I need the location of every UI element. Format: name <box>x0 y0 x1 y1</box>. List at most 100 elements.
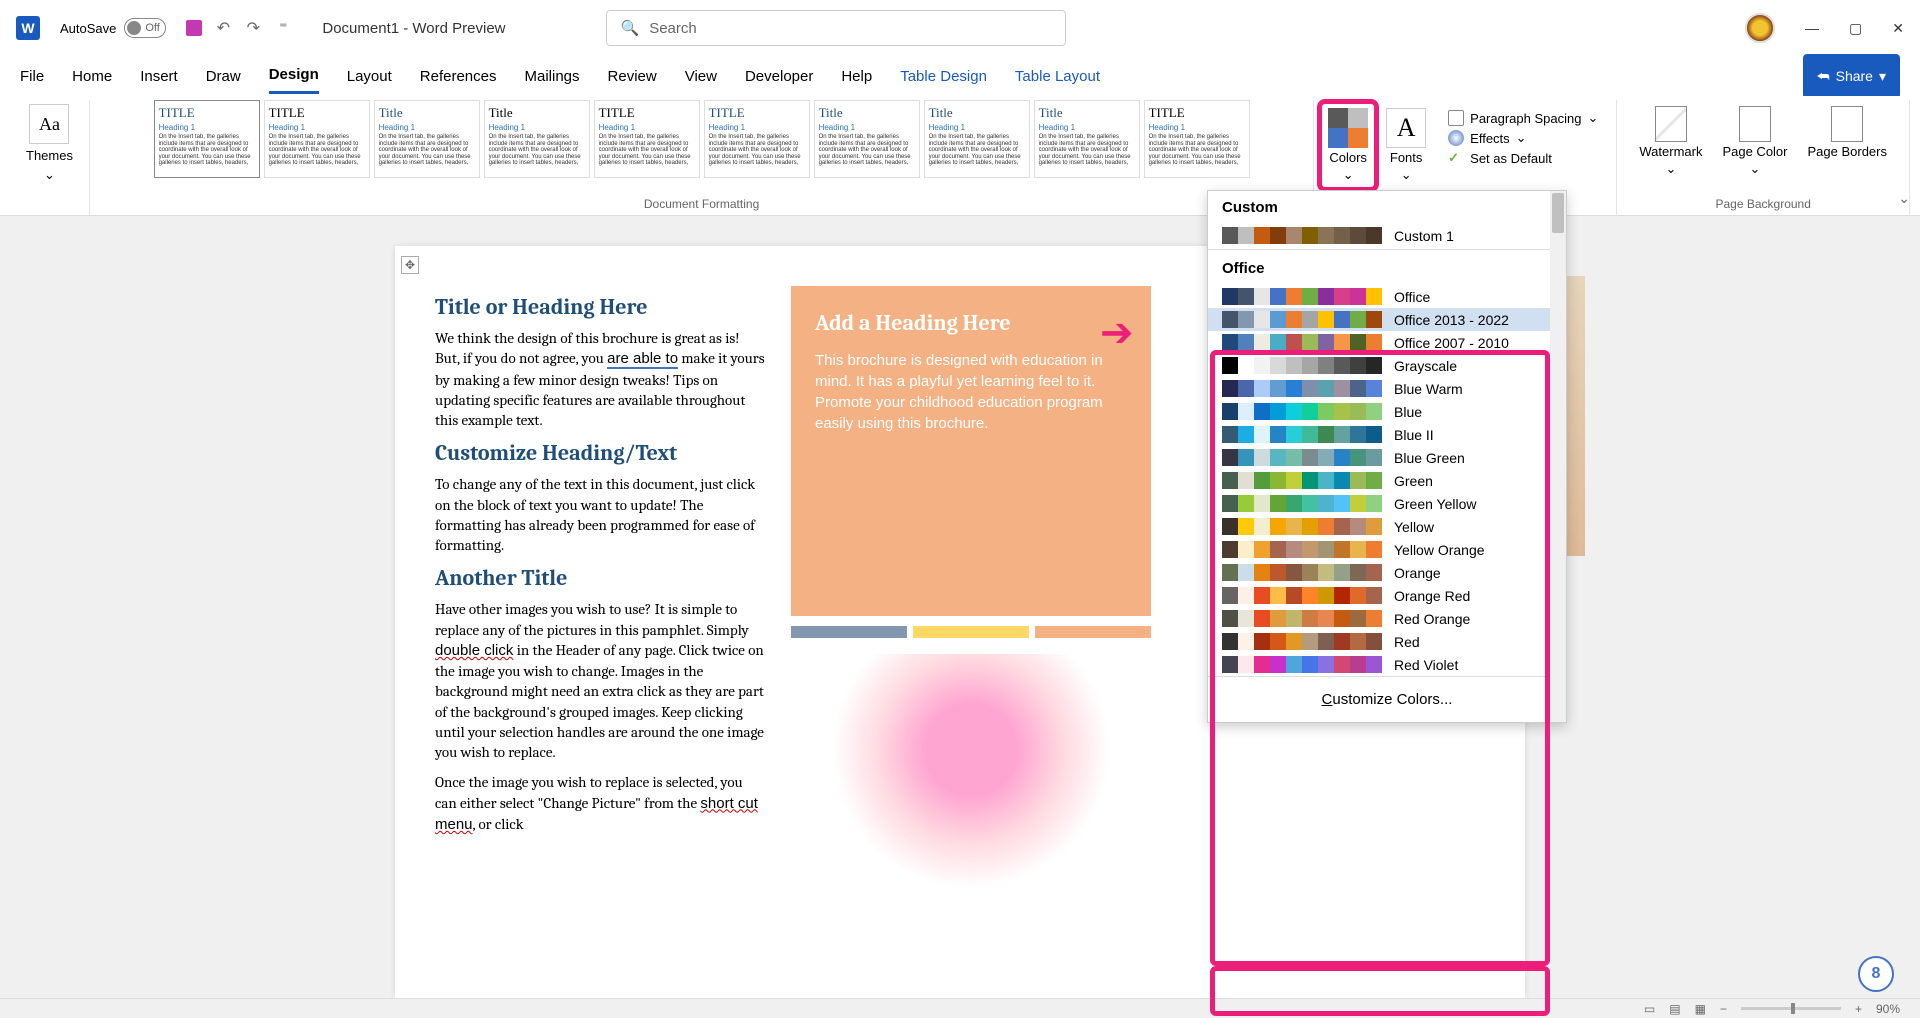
tab-home[interactable]: Home <box>72 60 112 93</box>
color-theme-green-yellow[interactable]: Green Yellow <box>1208 492 1566 515</box>
color-theme-blue-green[interactable]: Blue Green <box>1208 446 1566 469</box>
style-gallery-item[interactable]: TitleHeading 1On the Insert tab, the gal… <box>484 100 590 178</box>
color-theme-yellow[interactable]: Yellow <box>1208 515 1566 538</box>
set-default-button[interactable]: ✓Set as Default <box>1448 150 1598 166</box>
zoom-out-icon[interactable]: − <box>1720 1002 1727 1016</box>
tab-view[interactable]: View <box>685 60 717 93</box>
themes-button[interactable]: Aa Themes ⌄ <box>18 100 81 187</box>
doc-paragraph[interactable]: We think the design of this brochure is … <box>435 328 765 430</box>
colors-button[interactable]: Colors ⌄ <box>1322 104 1374 187</box>
zoom-level[interactable]: 90% <box>1876 1002 1900 1016</box>
tab-mailings[interactable]: Mailings <box>525 60 580 93</box>
table-move-handle[interactable]: ✥ <box>401 256 419 274</box>
style-gallery-item[interactable]: TITLEHeading 1On the Insert tab, the gal… <box>1144 100 1250 178</box>
doc-paragraph[interactable]: Have other images you wish to use? It is… <box>435 599 765 762</box>
dropdown-scrollbar[interactable] <box>1550 191 1566 722</box>
style-gallery-item[interactable]: TitleHeading 1On the Insert tab, the gal… <box>1034 100 1140 178</box>
tab-layout[interactable]: Layout <box>347 60 392 93</box>
document-area: ✥ Title or Heading Here We think the des… <box>0 216 1920 998</box>
colors-icon <box>1328 108 1368 148</box>
doc-heading-3[interactable]: Another Title <box>435 565 765 591</box>
tab-design[interactable]: Design <box>269 58 319 94</box>
view-print-icon[interactable]: ▤ <box>1669 1002 1680 1016</box>
ribbon-design: Aa Themes ⌄ TITLEHeading 1On the Insert … <box>0 96 1920 216</box>
notification-badge[interactable]: 8 <box>1858 956 1894 992</box>
user-avatar[interactable] <box>1745 13 1775 43</box>
tab-references[interactable]: References <box>420 60 497 93</box>
color-theme-custom1[interactable]: Custom 1 <box>1208 224 1566 247</box>
search-placeholder: Search <box>649 20 697 37</box>
undo-icon[interactable]: ↶ <box>214 19 232 37</box>
zoom-in-icon[interactable]: + <box>1855 1002 1862 1016</box>
doc-heading-1[interactable]: Title or Heading Here <box>435 294 765 320</box>
view-focus-icon[interactable]: ▭ <box>1644 1002 1655 1016</box>
autosave-toggle[interactable]: AutoSave Off <box>60 18 166 38</box>
tab-table-design[interactable]: Table Design <box>900 60 987 93</box>
fonts-icon: A <box>1386 108 1426 148</box>
style-gallery-item[interactable]: TitleHeading 1On the Insert tab, the gal… <box>924 100 1030 178</box>
share-button[interactable]: ⮪ Share ▾ <box>1803 54 1900 99</box>
style-gallery-item[interactable]: TitleHeading 1On the Insert tab, the gal… <box>374 100 480 178</box>
qat-dropdown-icon[interactable]: ⁼ <box>274 19 292 37</box>
page-borders-button[interactable]: Page Borders <box>1808 106 1888 177</box>
style-gallery-item[interactable]: TITLEHeading 1On the Insert tab, the gal… <box>264 100 370 178</box>
color-theme-yellow-orange[interactable]: Yellow Orange <box>1208 538 1566 561</box>
watermark-button[interactable]: Watermark⌄ <box>1639 106 1702 177</box>
group-label-pagebg: Page Background <box>1715 197 1810 215</box>
callout-heading[interactable]: Add a Heading Here <box>815 310 1127 336</box>
callout-box[interactable]: Add a Heading Here This brochure is desi… <box>791 286 1151 616</box>
style-gallery-item[interactable]: TITLEHeading 1On the Insert tab, the gal… <box>704 100 810 178</box>
title-bar: W AutoSave Off ↶ ↷ ⁼ Document1 - Word Pr… <box>0 0 1920 56</box>
doc-paragraph[interactable]: To change any of the text in this docume… <box>435 474 765 555</box>
tab-draw[interactable]: Draw <box>206 60 241 93</box>
color-theme-red-violet[interactable]: Red Violet <box>1208 653 1566 676</box>
tab-review[interactable]: Review <box>608 60 657 93</box>
tab-table-layout[interactable]: Table Layout <box>1015 60 1100 93</box>
doc-paragraph[interactable]: Once the image you wish to replace is se… <box>435 772 765 835</box>
word-app-icon: W <box>16 16 40 40</box>
color-theme-blue[interactable]: Blue <box>1208 400 1566 423</box>
color-theme-orange[interactable]: Orange <box>1208 561 1566 584</box>
color-theme-blue-ii[interactable]: Blue II <box>1208 423 1566 446</box>
search-box[interactable]: 🔍 Search <box>606 10 1066 46</box>
style-gallery-item[interactable]: TitleHeading 1On the Insert tab, the gal… <box>814 100 920 178</box>
color-theme-orange-red[interactable]: Orange Red <box>1208 584 1566 607</box>
color-theme-office[interactable]: Office <box>1208 285 1566 308</box>
style-gallery-item[interactable]: TITLEHeading 1On the Insert tab, the gal… <box>154 100 260 178</box>
chevron-down-icon: ⌄ <box>44 167 55 183</box>
tab-developer[interactable]: Developer <box>745 60 813 93</box>
customize-colors-button[interactable]: Customize Colors... <box>1208 676 1566 722</box>
tab-file[interactable]: File <box>20 60 44 93</box>
tab-insert[interactable]: Insert <box>140 60 178 93</box>
status-bar: ▭ ▤ ▦ − + 90% <box>0 998 1920 1018</box>
toggle-switch[interactable]: Off <box>124 18 166 38</box>
fonts-button[interactable]: A Fonts ⌄ <box>1380 104 1432 187</box>
color-theme-office-2007---2010[interactable]: Office 2007 - 2010 <box>1208 331 1566 354</box>
page-color-button[interactable]: Page Color⌄ <box>1722 106 1787 177</box>
color-theme-office-2013---2022[interactable]: Office 2013 - 2022 <box>1208 308 1566 331</box>
color-theme-green[interactable]: Green <box>1208 469 1566 492</box>
zoom-slider[interactable] <box>1741 1007 1841 1010</box>
style-gallery-item[interactable]: TITLEHeading 1On the Insert tab, the gal… <box>594 100 700 178</box>
doc-heading-2[interactable]: Customize Heading/Text <box>435 440 765 466</box>
callout-text[interactable]: This brochure is designed with education… <box>815 350 1127 434</box>
color-theme-blue-warm[interactable]: Blue Warm <box>1208 377 1566 400</box>
effects-button[interactable]: Effects ⌄ <box>1448 130 1598 146</box>
redo-icon[interactable]: ↷ <box>244 19 262 37</box>
color-theme-red[interactable]: Red <box>1208 630 1566 653</box>
save-icon[interactable] <box>186 20 202 36</box>
chevron-down-icon: ⌄ <box>1343 167 1354 183</box>
close-icon[interactable]: ✕ <box>1892 20 1904 37</box>
color-theme-grayscale[interactable]: Grayscale <box>1208 354 1566 377</box>
view-web-icon[interactable]: ▦ <box>1695 1002 1706 1016</box>
maximize-icon[interactable]: ▢ <box>1849 20 1862 37</box>
paragraph-spacing-button[interactable]: Paragraph Spacing ⌄ <box>1448 110 1598 126</box>
style-gallery[interactable]: TITLEHeading 1On the Insert tab, the gal… <box>154 100 1250 182</box>
color-theme-red-orange[interactable]: Red Orange <box>1208 607 1566 630</box>
ribbon-collapse-icon[interactable]: ⌄ <box>1898 190 1910 207</box>
group-label-docformat: Document Formatting <box>644 197 759 215</box>
minimize-icon[interactable]: — <box>1805 20 1819 37</box>
tab-help[interactable]: Help <box>841 60 872 93</box>
page-color-icon <box>1739 106 1771 142</box>
color-bars <box>791 626 1151 638</box>
